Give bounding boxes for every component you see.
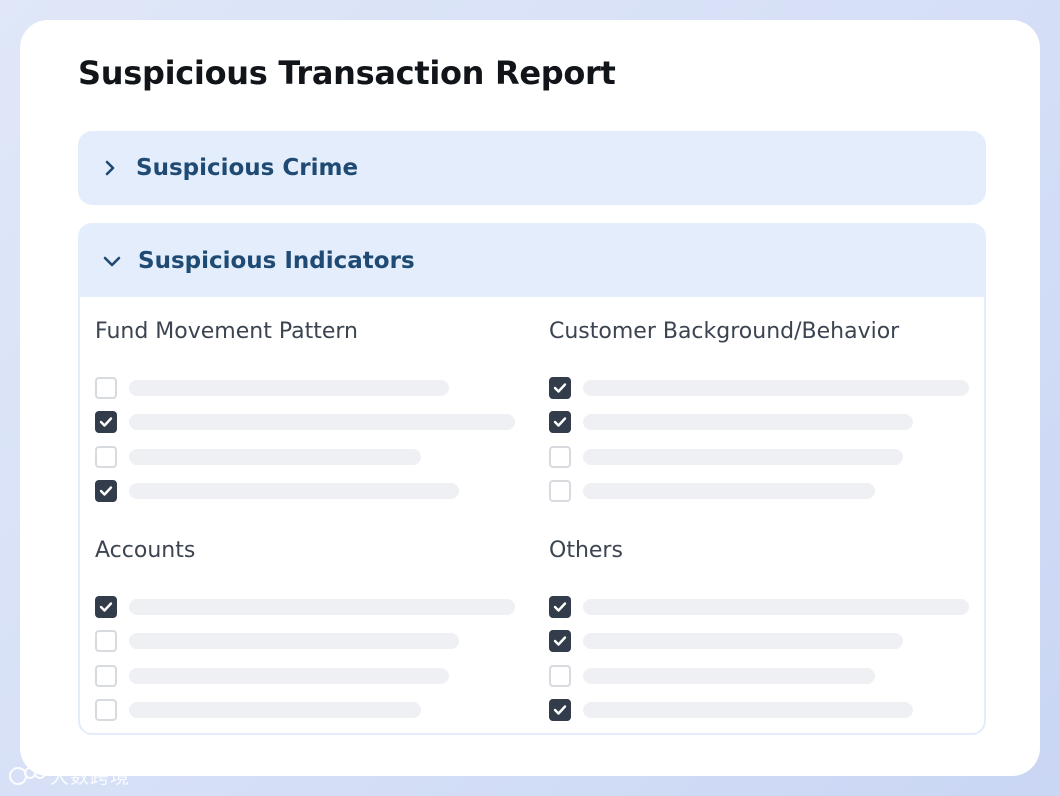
placeholder-line [583, 483, 875, 500]
checkbox-unchecked[interactable] [95, 630, 117, 653]
checkbox-list [549, 371, 969, 508]
checkbox-list [549, 590, 969, 727]
accordion-label: Suspicious Indicators [138, 248, 415, 274]
checkmark-icon [553, 705, 567, 715]
chevron-down-icon [102, 251, 122, 271]
placeholder-line [129, 702, 421, 719]
placeholder-line [129, 380, 449, 397]
placeholder-line [583, 599, 969, 616]
placeholder-line [129, 483, 459, 500]
checkbox-unchecked[interactable] [549, 664, 571, 687]
checkbox-checked[interactable] [95, 596, 117, 619]
checkbox-unchecked[interactable] [549, 480, 571, 503]
checkmark-icon [553, 602, 567, 612]
checkbox-unchecked[interactable] [95, 699, 117, 722]
checkbox-unchecked[interactable] [95, 377, 117, 400]
checkbox-checked[interactable] [95, 411, 117, 434]
checkbox-checked[interactable] [549, 377, 571, 400]
checkmark-icon [553, 417, 567, 428]
indicator-group-customer-background: Customer Background/Behavior [549, 317, 969, 508]
checkbox-checked[interactable] [95, 480, 117, 503]
placeholder-line [583, 702, 913, 719]
checkbox-checked[interactable] [549, 411, 571, 434]
checkbox-row[interactable] [549, 590, 969, 624]
checkbox-row[interactable] [95, 693, 515, 727]
checkbox-checked[interactable] [549, 699, 571, 722]
checkbox-row[interactable] [95, 440, 515, 474]
checkbox-row[interactable] [95, 474, 515, 508]
checkmark-icon [553, 636, 567, 647]
page-title: Suspicious Transaction Report [78, 54, 616, 92]
chevron-right-icon [100, 158, 120, 178]
placeholder-line [129, 599, 515, 616]
accordion-label: Suspicious Crime [136, 155, 359, 181]
group-title: Accounts [95, 538, 196, 563]
placeholder-line [583, 667, 875, 684]
checkmark-icon [99, 417, 113, 428]
placeholder-line [583, 448, 903, 465]
checkbox-row[interactable] [95, 590, 515, 624]
placeholder-line [129, 414, 515, 431]
checkbox-row[interactable] [95, 405, 515, 439]
watermark-text: 大数跨境 [50, 766, 131, 788]
placeholder-line [129, 448, 421, 465]
accordion-suspicious-indicators[interactable]: Suspicious Indicators Fund Movement Patt… [78, 223, 986, 735]
checkbox-row[interactable] [95, 624, 515, 658]
group-title: Customer Background/Behavior [549, 319, 900, 344]
checkbox-unchecked[interactable] [95, 664, 117, 687]
checkbox-row[interactable] [549, 405, 969, 439]
watermark-logo: 大数跨境 [8, 762, 130, 789]
checkmark-icon [99, 486, 113, 496]
accordion-suspicious-crime[interactable]: Suspicious Crime [78, 131, 986, 205]
placeholder-line [583, 380, 969, 397]
placeholder-line [129, 667, 449, 684]
placeholder-line [583, 414, 913, 431]
checkbox-unchecked[interactable] [549, 445, 571, 468]
group-title: Fund Movement Pattern [95, 319, 358, 344]
checkbox-row[interactable] [95, 659, 515, 693]
checkbox-list [95, 590, 515, 727]
indicator-group-accounts: Accounts [95, 536, 515, 727]
accordion-body: Fund Movement Pattern Customer Backgroun… [80, 297, 984, 733]
checkbox-checked[interactable] [549, 596, 571, 619]
checkbox-list [95, 371, 515, 508]
report-card: Suspicious Transaction Report Suspicious… [20, 20, 1040, 776]
accordion-header[interactable]: Suspicious Crime [78, 131, 986, 205]
indicator-group-fund-movement: Fund Movement Pattern [95, 317, 515, 508]
checkbox-row[interactable] [549, 693, 969, 727]
placeholder-line [129, 633, 459, 650]
checkmark-icon [553, 383, 567, 393]
checkbox-unchecked[interactable] [95, 445, 117, 468]
checkbox-row[interactable] [549, 440, 969, 474]
indicator-group-others: Others [549, 536, 969, 727]
checkbox-row[interactable] [549, 624, 969, 658]
checkmark-icon [99, 602, 113, 612]
checkbox-row[interactable] [549, 371, 969, 405]
accordion-header[interactable]: Suspicious Indicators [80, 225, 984, 297]
checkbox-row[interactable] [549, 474, 969, 508]
placeholder-line [583, 633, 903, 650]
checkbox-row[interactable] [549, 659, 969, 693]
checkbox-checked[interactable] [549, 630, 571, 653]
group-title: Others [549, 538, 623, 563]
checkbox-row[interactable] [95, 371, 515, 405]
